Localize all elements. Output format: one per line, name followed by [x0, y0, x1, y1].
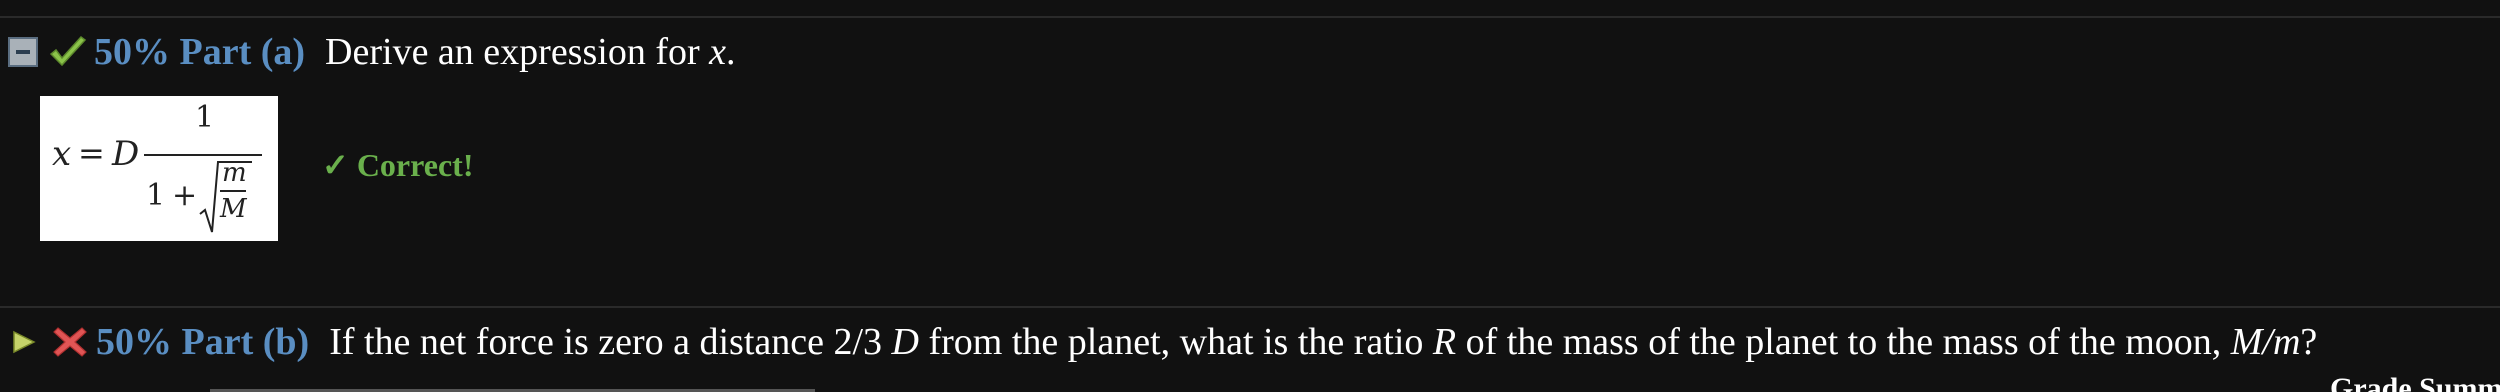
part-b-var-ratio: M/m — [2230, 321, 2301, 363]
x-cross-icon — [50, 324, 90, 360]
part-a-label: Part (a) — [179, 31, 306, 73]
part-b-var-d: D — [891, 321, 919, 363]
minus-square-icon — [16, 50, 30, 54]
expand-part-b-button[interactable] — [8, 327, 40, 357]
checkmark-icon — [48, 34, 88, 70]
part-b-text-3: of the mass of the planet to the mass of… — [1456, 321, 2231, 363]
part-a-question-text: Derive an expression for — [325, 31, 710, 73]
correct-feedback: ✓ Correct! — [322, 147, 474, 183]
part-b-question: If the net force is zero a distance 2/3 … — [329, 320, 2317, 364]
collapse-part-a-button[interactable] — [8, 37, 38, 67]
top-divider — [0, 16, 2500, 18]
part-a-question: Derive an expression for x. — [325, 30, 735, 74]
part-b-text-1: If the net force is zero a distance 2/3 — [329, 321, 892, 363]
part-a-question-var: x — [709, 31, 727, 73]
part-a-header: 50% Part (a) Derive an expression for x. — [0, 30, 736, 74]
part-b-text-2: from the planet, what is the ratio — [919, 321, 1433, 363]
part-a-answer-image: x = D 1 1 + m M — [40, 96, 278, 241]
part-a-heading: 50% Part (a) — [94, 30, 305, 74]
part-b-label: Part (b) — [181, 321, 310, 363]
part-b-header: 50% Part (b) If the net force is zero a … — [0, 320, 2317, 364]
part-b-weight: 50% — [96, 321, 172, 363]
grade-summary-link[interactable]: Grade Summary — [2330, 372, 2500, 392]
answer-root-den: M — [220, 194, 247, 224]
part-b-text-4: ? — [2300, 321, 2318, 363]
play-triangle-icon — [13, 330, 36, 354]
part-b-heading: 50% Part (b) — [96, 320, 309, 364]
answer-root-bar — [220, 190, 246, 192]
answer-root-num: m — [222, 158, 247, 188]
assignment-page: 50% Part (a) Derive an expression for x.… — [0, 0, 2500, 392]
part-a-question-end: . — [726, 31, 736, 73]
part-a-weight: 50% — [94, 31, 170, 73]
part-b-var-r: R — [1432, 321, 1457, 363]
middle-divider — [0, 306, 2500, 308]
